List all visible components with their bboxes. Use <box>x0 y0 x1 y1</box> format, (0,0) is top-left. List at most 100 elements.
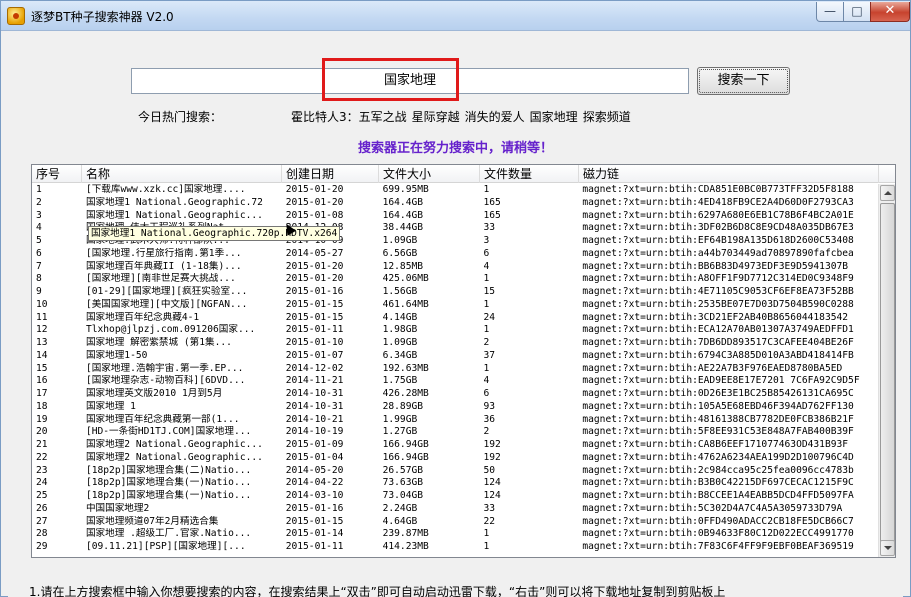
row-count: 6 <box>483 247 490 259</box>
maximize-button[interactable]: □ <box>843 2 871 22</box>
row-index: 16 <box>36 375 48 387</box>
column-header-count[interactable]: 文件数量 <box>480 165 579 183</box>
table-row[interactable]: 6 [国家地理.行星旅行指南.第1季... 2014-05-27 6.56GB 6 mag… <box>32 248 878 261</box>
scroll-down-icon[interactable] <box>880 540 895 556</box>
row-size: 2.24GB <box>382 502 418 514</box>
row-date: 2015-01-16 <box>285 286 344 297</box>
table-row[interactable]: 28 国家地理 .超级工厂.官家.Natio... 2015-01-14 239.87… <box>32 528 878 541</box>
hot-search-item[interactable]: 探索频道 <box>583 108 631 125</box>
table-row[interactable]: 24 [18p2p]国家地理合集(一)Natio... 2014-04-22 73.6… <box>32 477 878 490</box>
table-row[interactable]: 11 国家地理百年纪念典藏4-1 2015-01-15 4.14GB 24 magnet:… <box>32 312 878 325</box>
table-row[interactable]: 15 [国家地理.浩翰宇宙.第一季.EP... 2014-12-02 192.63MB… <box>32 363 878 376</box>
row-magnet: magnet:?xt=urn:btih:ECA12A70AB01307A3749… <box>582 324 854 336</box>
table-row[interactable]: 7 国家地理百年典藏II (1-18集)... 2015-01-20 12.85MB 4… <box>32 261 878 274</box>
table-row[interactable]: 10 [美国国家地理][中文版][NGFAN... 2015-01-15 461.64… <box>32 299 878 312</box>
row-date: 2014-10-31 <box>285 388 344 399</box>
title-bar[interactable]: 逐梦BT种子搜索神器 V2.0 — □ ✕ <box>1 1 910 31</box>
row-magnet: magnet:?xt=urn:btih:2535BE07E7D03D7504B5… <box>582 298 854 310</box>
name-tooltip: 国家地理1 National.Geographic.720p.HDTV.x264 <box>88 226 341 241</box>
table-row[interactable]: 2 国家地理1 National.Geographic.72 2015-01-20 1… <box>32 197 878 210</box>
row-date: 2014-12-02 <box>285 362 344 374</box>
row-magnet: magnet:?xt=urn:btih:0B94633F80C12D022ECC… <box>582 528 854 540</box>
table-row[interactable]: 9 [01-29][国家地理][疯狂实验室... 2015-01-16 1.56GB 1… <box>32 286 878 299</box>
table-row[interactable]: 26 中国国家地理2 2015-01-16 2.24GB 33 magnet:?xt=ur… <box>32 503 878 516</box>
row-index: 4 <box>36 222 42 234</box>
scroll-up-icon[interactable] <box>880 185 895 201</box>
row-count: 2 <box>483 426 490 438</box>
table-row[interactable]: 3 国家地理1 National.Geographic... 2015-01-08 1… <box>32 210 878 223</box>
row-date: 2015-01-15 <box>285 311 344 323</box>
column-header-date[interactable]: 创建日期 <box>282 165 379 183</box>
table-row[interactable]: 1 [下载库www.xzk.cc]国家地理.... 2015-01-20 699.95… <box>32 184 878 197</box>
table-row[interactable]: 8 [国家地理][南非世足赛大挑战... 2015-01-20 425.06MB 1 ma… <box>32 273 878 286</box>
row-size: 26.57GB <box>382 464 424 476</box>
row-date: 2015-01-20 <box>285 184 344 195</box>
row-magnet: magnet:?xt=urn:btih:48161388CB7782DE0FCB… <box>582 413 854 425</box>
row-name: 国家地理 解密紫禁城 (第1集... <box>85 337 232 348</box>
table-row[interactable]: 19 国家地理百年纪念典藏第一部(1... 2014-10-21 1.99GB 36 ma… <box>32 414 878 427</box>
row-count: 6 <box>483 388 490 399</box>
row-date: 2015-01-16 <box>285 502 344 514</box>
row-date: 2014-11-21 <box>285 375 344 387</box>
table-row[interactable]: 16 [国家地理杂志-动物百科][6DVD... 2014-11-21 1.75GB 4… <box>32 375 878 388</box>
results-table[interactable]: 序号 名称 创建日期 文件大小 文件数量 磁力链 1 [下载库www.xzk.cc… <box>31 164 896 558</box>
row-magnet: magnet:?xt=urn:btih:B8CCEE1A4EABB5DCD4FF… <box>582 490 854 501</box>
minimize-button[interactable]: — <box>816 2 844 22</box>
row-date: 2015-01-15 <box>285 515 344 527</box>
close-button[interactable]: ✕ <box>870 2 910 22</box>
row-size: 12.85MB <box>382 260 424 272</box>
row-index: 11 <box>36 311 48 323</box>
scroll-thumb[interactable] <box>880 203 895 548</box>
table-row[interactable]: 27 国家地理频道07年2月精选合集 2015-01-15 4.64GB 22 magne… <box>32 516 878 529</box>
row-index: 29 <box>36 541 48 552</box>
table-row[interactable]: 29 [09.11.21][PSP][国家地理][... 2015-01-11 414… <box>32 541 878 554</box>
row-index: 26 <box>36 502 48 514</box>
vertical-scrollbar[interactable] <box>878 184 895 557</box>
hot-search-item[interactable]: 消失的爱人 <box>465 108 525 125</box>
row-magnet: magnet:?xt=urn:btih:BB6B83D4973EDF3E9D59… <box>582 260 849 272</box>
table-row[interactable]: 23 [18p2p]国家地理合集(二)Natio... 2014-05-20 26.5… <box>32 465 878 478</box>
table-row[interactable]: 12 Tlxhop@jlpzj.com.091206国家... 2015-01-11… <box>32 324 878 337</box>
row-name: 国家地理 1 <box>85 400 136 412</box>
column-header-size[interactable]: 文件大小 <box>379 165 480 183</box>
hot-search-item[interactable]: 星际穿越 <box>412 108 460 125</box>
row-size: 1.98GB <box>382 324 418 336</box>
column-header-index[interactable]: 序号 <box>32 165 82 183</box>
row-magnet: magnet:?xt=urn:btih:3DF02B6D8C8E9CD48A03… <box>582 222 854 234</box>
row-name: 国家地理百年典藏II (1-18集)... <box>85 260 242 272</box>
row-magnet: magnet:?xt=urn:btih:4762A6234AEA199D2D10… <box>582 451 854 463</box>
row-magnet: magnet:?xt=urn:btih:4E71105C9053CF6EF8EA… <box>582 286 854 297</box>
table-row[interactable]: 13 国家地理 解密紫禁城 (第1集... 2015-01-10 1.09GB 2 mag… <box>32 337 878 350</box>
app-window: 逐梦BT种子搜索神器 V2.0 — □ ✕ 国家地理 搜索一下 今日热门搜索： … <box>0 0 911 597</box>
row-size: 4.64GB <box>382 515 418 527</box>
row-date: 2014-03-10 <box>285 490 344 501</box>
row-date: 2015-01-07 <box>285 349 344 361</box>
row-size: 6.56GB <box>382 247 418 259</box>
row-magnet: magnet:?xt=urn:btih:2c984cca95c25fea0096… <box>582 464 854 476</box>
row-index: 10 <box>36 298 48 310</box>
row-date: 2014-05-20 <box>285 464 344 476</box>
row-size: 192.63MB <box>382 362 429 374</box>
table-row[interactable]: 22 国家地理2 National.Geographic... 2015-01-04… <box>32 452 878 465</box>
row-index: 1 <box>36 184 42 195</box>
hot-search-item[interactable]: 国家地理 <box>530 108 578 125</box>
column-header-name[interactable]: 名称 <box>82 165 282 183</box>
table-row[interactable]: 25 [18p2p]国家地理合集(一)Natio... 2014-03-10 73.0… <box>32 490 878 503</box>
row-size: 414.23MB <box>382 541 429 552</box>
table-row[interactable]: 14 国家地理1-50 2015-01-07 6.34GB 37 magnet:?xt=u… <box>32 350 878 363</box>
column-header-magnet[interactable]: 磁力链 <box>579 165 879 183</box>
row-size: 426.28MB <box>382 388 429 399</box>
row-index: 19 <box>36 413 48 425</box>
row-count: 4 <box>483 375 490 387</box>
table-row[interactable]: 20 [HD-一条街HD1TJ.COM]国家地理... 2014-10-19 1.27… <box>32 426 878 439</box>
table-row[interactable]: 17 国家地理英文版2010 1月到5月 2014-10-31 426.28MB 6 ma… <box>32 388 878 401</box>
table-row[interactable]: 21 国家地理2 National.Geographic... 2015-01-09… <box>32 439 878 452</box>
row-name: 国家地理 .超级工厂.官家.Natio... <box>85 528 252 540</box>
hot-search-item[interactable]: 霍比特人3：五军之战 <box>291 108 407 125</box>
row-size: 1.09GB <box>382 337 418 348</box>
row-count: 1 <box>483 324 490 336</box>
search-button[interactable]: 搜索一下 <box>697 67 790 95</box>
row-size: 4.14GB <box>382 311 418 323</box>
table-row[interactable]: 18 国家地理 1 2014-10-31 28.89GB 93 magnet:?xt=ur… <box>32 401 878 414</box>
row-magnet: magnet:?xt=urn:btih:4ED418FB9CE2A4D60D0F… <box>582 196 854 208</box>
